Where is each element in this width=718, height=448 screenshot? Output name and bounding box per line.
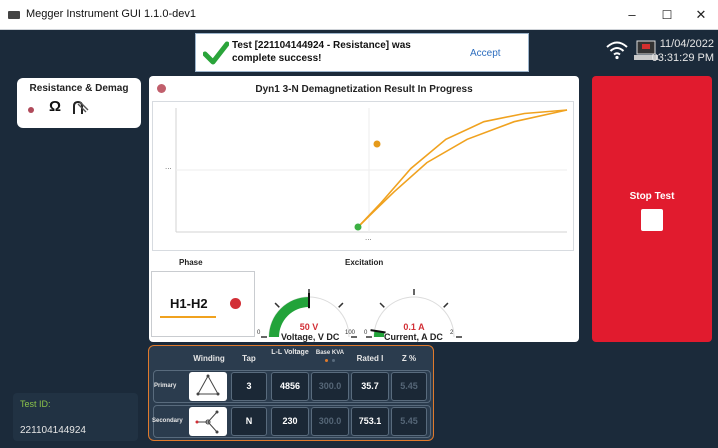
rated-value[interactable]: 35.7 [351,372,389,401]
current-min: 0 [364,330,368,336]
rated-value[interactable]: 753.1 [351,407,389,436]
delta-icon [189,372,227,401]
winding-table: Winding Tap L-L Voltage Base KVA Rated I… [148,345,434,441]
demag-icon [73,100,89,114]
app-icon [8,11,20,19]
test-id-label: Test ID: [20,399,51,409]
phase-value: H1-H2 [170,296,208,311]
status-time: 03:31:29 PM [651,52,714,64]
chart-panel: Dyn1 3-N Demagnetization Result In Progr… [149,76,579,342]
x-axis-label: ... [365,233,372,242]
gauge-tick [379,302,385,308]
current-max: 2 [450,330,454,336]
series-line-0 [357,109,568,228]
voltage-value[interactable]: 4856 [271,372,309,401]
col-winding: Winding [193,354,225,363]
col-tap: Tap [242,354,256,363]
toast-message: Test [221104144924 - Resistance] was com… [232,40,411,64]
current-unit: Current, A DC [384,332,443,342]
kva-dot-icon [332,359,335,362]
kva-dot-icon [325,359,328,362]
status-date: 11/04/2022 [659,38,714,50]
row-name: Primary [154,383,177,389]
test-id-value: 221104144924 [20,425,86,436]
col-rated: Rated I [356,354,384,363]
wye-icon [189,407,227,436]
test-type-label: Resistance & Demag [29,83,129,94]
phase-indicator [230,298,241,309]
z-value: 5.45 [391,407,427,436]
demag-plot [175,108,568,233]
accept-button[interactable]: Accept [470,48,501,59]
gauge-tick [443,302,449,308]
maximize-button[interactable]: ☐ [650,0,684,30]
minimize-button[interactable]: – [615,0,649,30]
current-point [373,140,381,148]
check-icon [203,41,229,65]
voltage-value: 50 V [299,322,319,332]
chart-title: Dyn1 3-N Demagnetization Result In Progr… [255,84,473,95]
voltage-max: 100 [345,330,356,336]
gauge-tick [338,302,344,308]
omega-icon: Ω [49,98,62,115]
col-kva: Base KVA [315,350,345,356]
col-voltage: L-L Voltage [271,349,309,356]
window-title: Megger Instrument GUI 1.1.0-dev1 [26,8,196,20]
close-button[interactable]: ✕ [684,0,718,30]
voltage-min: 0 [257,330,261,336]
success-toast: Test [221104144924 - Resistance] was com… [195,33,529,72]
kva-value: 300.0 [311,372,349,401]
stop-icon [641,209,663,231]
phase-label: Phase [179,258,203,267]
tap-value[interactable]: 3 [231,372,267,401]
excitation-label: Excitation [345,258,384,267]
stop-test-label: Stop Test [629,191,675,202]
voltage-value[interactable]: 230 [271,407,309,436]
stop-test-button[interactable]: Stop Test [592,76,712,342]
test-type-tab[interactable]: Resistance & Demag Ω [17,78,141,128]
voltage-unit: Voltage, V DC [281,332,340,342]
row-name: Secondary [152,418,183,424]
gauge-tick [274,302,280,308]
test-id-panel: Test ID: 221104144924 [13,393,138,441]
phase-underline [160,316,216,318]
tap-value[interactable]: N [231,407,267,436]
col-z: Z % [401,354,417,363]
kva-value: 300.0 [311,407,349,436]
title-bar: Megger Instrument GUI 1.1.0-dev1 – ☐ ✕ [0,0,718,30]
status-dot-icon [28,107,34,113]
wifi-icon [606,41,628,60]
start-point [354,223,362,231]
z-value: 5.45 [391,372,427,401]
current-value: 0.1 A [403,322,425,332]
phase-box: H1-H2 [151,271,255,337]
series-line-1 [357,109,568,228]
y-axis-label: ... [165,162,172,171]
